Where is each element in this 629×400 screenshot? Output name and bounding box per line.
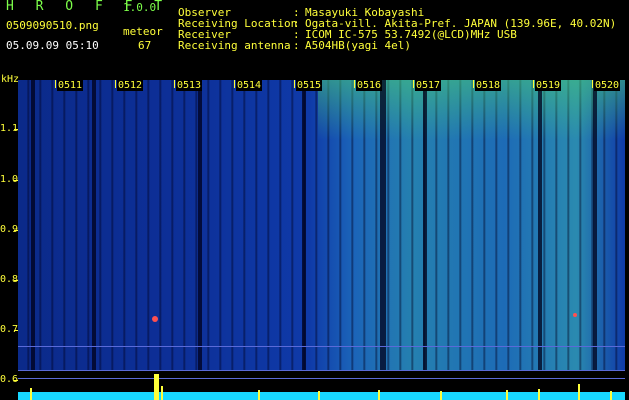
spectrum-gap-band [31,80,35,370]
frequency-axis: 1.1 1.0 0.9 0.8 0.7 0.6 [0,80,19,400]
time-label: 0517 [415,80,442,91]
time-tick [174,80,175,88]
spectrogram-display [18,80,625,370]
mode-label: meteor [123,25,163,38]
spectrum-gap-band [538,80,542,370]
time-tick [533,80,534,88]
meteor-count: 67 [138,39,152,52]
time-tick [592,80,593,88]
signal-spike [538,389,540,400]
time-tick [473,80,474,88]
strip-border-line [18,370,625,371]
spectrum-gap-band [380,80,386,370]
meteor-spike [161,386,163,400]
meteor-spike [154,374,159,400]
filename-label: 0509090510.png [6,19,99,32]
info-label-antenna: Receiving antenna [178,39,291,52]
info-colon: : [293,39,300,52]
reference-line [18,346,625,347]
time-label: 0520 [594,80,621,91]
signal-spike [258,390,260,400]
time-tick [234,80,235,88]
signal-spike [578,384,580,400]
time-tick [115,80,116,88]
time-label: 0519 [535,80,562,91]
spectrum-gap-band [302,80,306,370]
time-label: 0518 [475,80,502,91]
spectrum-gap-band [593,80,597,370]
time-label: 0513 [176,80,203,91]
time-label: 0516 [356,80,383,91]
time-tick [294,80,295,88]
noise-floor-wave [18,392,625,400]
time-tick [55,80,56,88]
time-tick [413,80,414,88]
datetime-label: 05.09.09 05:10 [6,39,99,52]
info-value-antenna: A504HB(yagi 4el) [305,39,411,52]
signal-spike [378,390,380,400]
time-label: 0511 [57,80,84,91]
signal-spike [30,388,32,400]
meteor-echo-marker [573,313,577,317]
strip-border-line [18,378,625,379]
meteor-echo-marker [152,316,158,322]
time-label: 0512 [117,80,144,91]
spectrum-gap-band [198,80,202,370]
time-label: 0515 [296,80,323,91]
time-label: 0514 [236,80,263,91]
time-tick [354,80,355,88]
spectrum-gap-band [423,80,427,370]
signal-strength-strip [18,370,625,400]
app-version: 1.0.0 [123,1,157,14]
signal-spike [610,391,612,400]
signal-spike [440,391,442,400]
spectrum-gap-band [92,80,96,370]
signal-spike [318,391,320,400]
signal-spike [506,390,508,400]
